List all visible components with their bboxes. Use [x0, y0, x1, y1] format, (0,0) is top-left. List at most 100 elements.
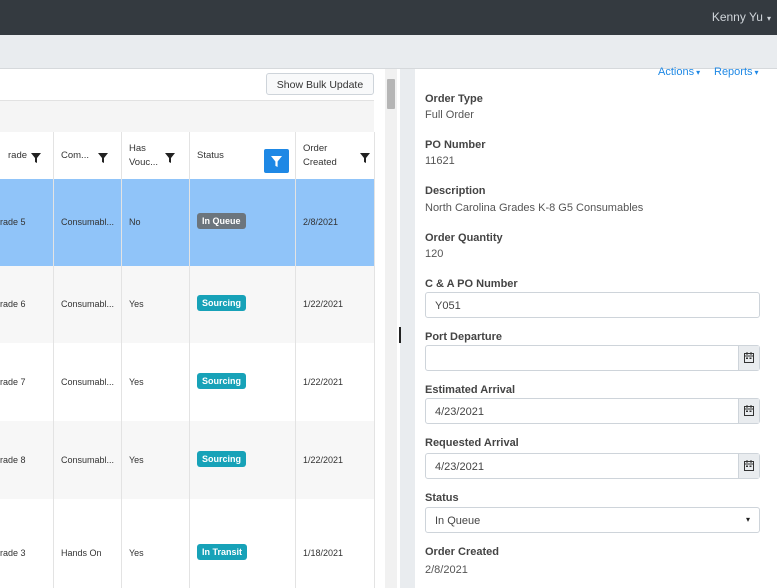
status-filter-active-button[interactable] [264, 149, 289, 173]
column-header-line: Order [303, 143, 328, 154]
calendar-button[interactable] [738, 454, 759, 478]
cell-has-voucher: No [129, 217, 141, 227]
filter-icon[interactable] [360, 153, 370, 163]
calendar-icon [744, 352, 754, 363]
order-type-value: Full Order [425, 109, 474, 121]
user-name: Kenny Yu [711, 10, 763, 24]
order-created-value: 2/8/2021 [425, 564, 468, 576]
cell-component: Hands On [61, 548, 102, 558]
column-divider [53, 132, 54, 588]
ca-po-number-label: C & A PO Number [425, 278, 518, 290]
chevron-down-icon: ▾ [754, 68, 759, 77]
port-departure-label: Port Departure [425, 331, 503, 343]
column-divider [295, 132, 296, 588]
order-created-label: Order Created [425, 546, 499, 558]
status-select-value: In Queue [435, 515, 481, 527]
cell-order-created: 2/8/2021 [303, 217, 339, 227]
ca-po-number-value: Y051 [435, 300, 461, 312]
chevron-down-icon: ▾ [766, 14, 771, 23]
estimated-arrival-field[interactable]: 4/23/2021 [425, 398, 760, 424]
cell-order-created: 1/22/2021 [303, 455, 344, 465]
cell-grade: rade 3 [0, 548, 26, 558]
column-header-order-created[interactable]: Order Created [295, 132, 374, 180]
cell-order-created: 1/22/2021 [303, 299, 344, 309]
cell-grade: rade 5 [0, 217, 26, 227]
ca-po-number-field[interactable]: Y051 [425, 292, 760, 318]
cell-component: Consumabl... [61, 455, 115, 465]
column-header-label: Com... [61, 150, 89, 161]
status-badge: Sourcing [197, 295, 247, 311]
column-divider [374, 132, 375, 588]
user-menu[interactable]: Kenny Yu ▾ [712, 10, 771, 24]
status-badge: In Transit [197, 544, 248, 560]
column-header-label: Order Created [303, 142, 337, 170]
column-header-label: Has Vouc... [129, 142, 158, 170]
column-header-component[interactable]: Com... [53, 132, 121, 180]
actions-dropdown[interactable]: Actions ▾ [658, 66, 700, 78]
actions-label: Actions [658, 66, 695, 78]
calendar-icon [744, 405, 754, 416]
filter-icon[interactable] [165, 153, 175, 163]
chevron-down-icon: ▾ [745, 515, 750, 524]
filter-icon[interactable] [98, 153, 108, 163]
status-badge: Sourcing [197, 451, 247, 467]
table-row[interactable]: rade 3 Hands On Yes In Transit 1/18/2021 [0, 499, 374, 588]
column-header-grade[interactable]: rade [0, 132, 53, 180]
cell-has-voucher: Yes [129, 377, 144, 387]
estimated-arrival-label: Estimated Arrival [425, 384, 516, 396]
table-row[interactable]: rade 6 Consumabl... Yes Sourcing 1/22/20… [0, 266, 374, 344]
cell-component: Consumabl... [61, 299, 115, 309]
cell-component: Consumabl... [61, 377, 115, 387]
cell-component: Consumabl... [61, 217, 115, 227]
panel-splitter[interactable] [400, 69, 415, 588]
status-label: Status [425, 492, 459, 504]
scrollbar-thumb[interactable] [387, 79, 395, 109]
table-row[interactable]: rade 8 Consumabl... Yes Sourcing 1/22/20… [0, 421, 374, 500]
reports-label: Reports [714, 66, 753, 78]
po-number-label: PO Number [425, 139, 486, 151]
cell-has-voucher: Yes [129, 455, 144, 465]
cell-order-created: 1/18/2021 [303, 548, 344, 558]
cell-grade: rade 8 [0, 455, 26, 465]
description-label: Description [425, 185, 486, 197]
calendar-icon [744, 460, 754, 471]
reports-dropdown[interactable]: Reports ▾ [714, 66, 759, 78]
filter-icon [271, 156, 282, 167]
chevron-down-icon: ▾ [696, 68, 701, 77]
port-departure-field[interactable] [425, 345, 760, 371]
order-quantity-value: 120 [425, 248, 444, 260]
grid-group-bar [0, 100, 374, 134]
status-select[interactable]: In Queue ▾ [425, 507, 760, 533]
column-header-line: Created [303, 157, 337, 168]
cell-has-voucher: Yes [129, 299, 144, 309]
splitter-handle[interactable] [399, 327, 401, 343]
order-type-label: Order Type [425, 93, 483, 105]
status-badge: In Queue [197, 213, 246, 229]
requested-arrival-field[interactable]: 4/23/2021 [425, 453, 760, 479]
order-quantity-label: Order Quantity [425, 232, 503, 244]
requested-arrival-label: Requested Arrival [425, 437, 519, 449]
column-header-line: Has [129, 143, 146, 154]
cell-order-created: 1/22/2021 [303, 377, 344, 387]
estimated-arrival-value: 4/23/2021 [435, 406, 484, 418]
calendar-button[interactable] [738, 399, 759, 423]
table-row[interactable]: rade 7 Consumabl... Yes Sourcing 1/22/20… [0, 343, 374, 422]
status-badge: Sourcing [197, 373, 247, 389]
requested-arrival-value: 4/23/2021 [435, 461, 484, 473]
sub-toolbar [0, 35, 777, 69]
table-row-selected[interactable]: rade 5 Consumabl... No In Queue 2/8/2021 [0, 179, 374, 267]
cell-grade: rade 6 [0, 299, 26, 309]
column-divider [189, 132, 190, 588]
grid-scrollbar[interactable] [385, 69, 397, 588]
column-divider [121, 132, 122, 588]
column-header-label: rade [8, 150, 28, 161]
cell-has-voucher: Yes [129, 548, 144, 558]
show-bulk-update-button[interactable]: Show Bulk Update [266, 73, 374, 95]
top-navbar: Kenny Yu ▾ [0, 0, 777, 35]
filter-icon[interactable] [31, 153, 41, 163]
po-number-value: 11621 [425, 155, 455, 167]
column-header-line: Vouc... [129, 157, 159, 168]
description-value: North Carolina Grades K-8 G5 Consumables [425, 202, 644, 214]
calendar-button[interactable] [738, 346, 759, 370]
column-header-has-voucher[interactable]: Has Vouc... [121, 132, 189, 180]
